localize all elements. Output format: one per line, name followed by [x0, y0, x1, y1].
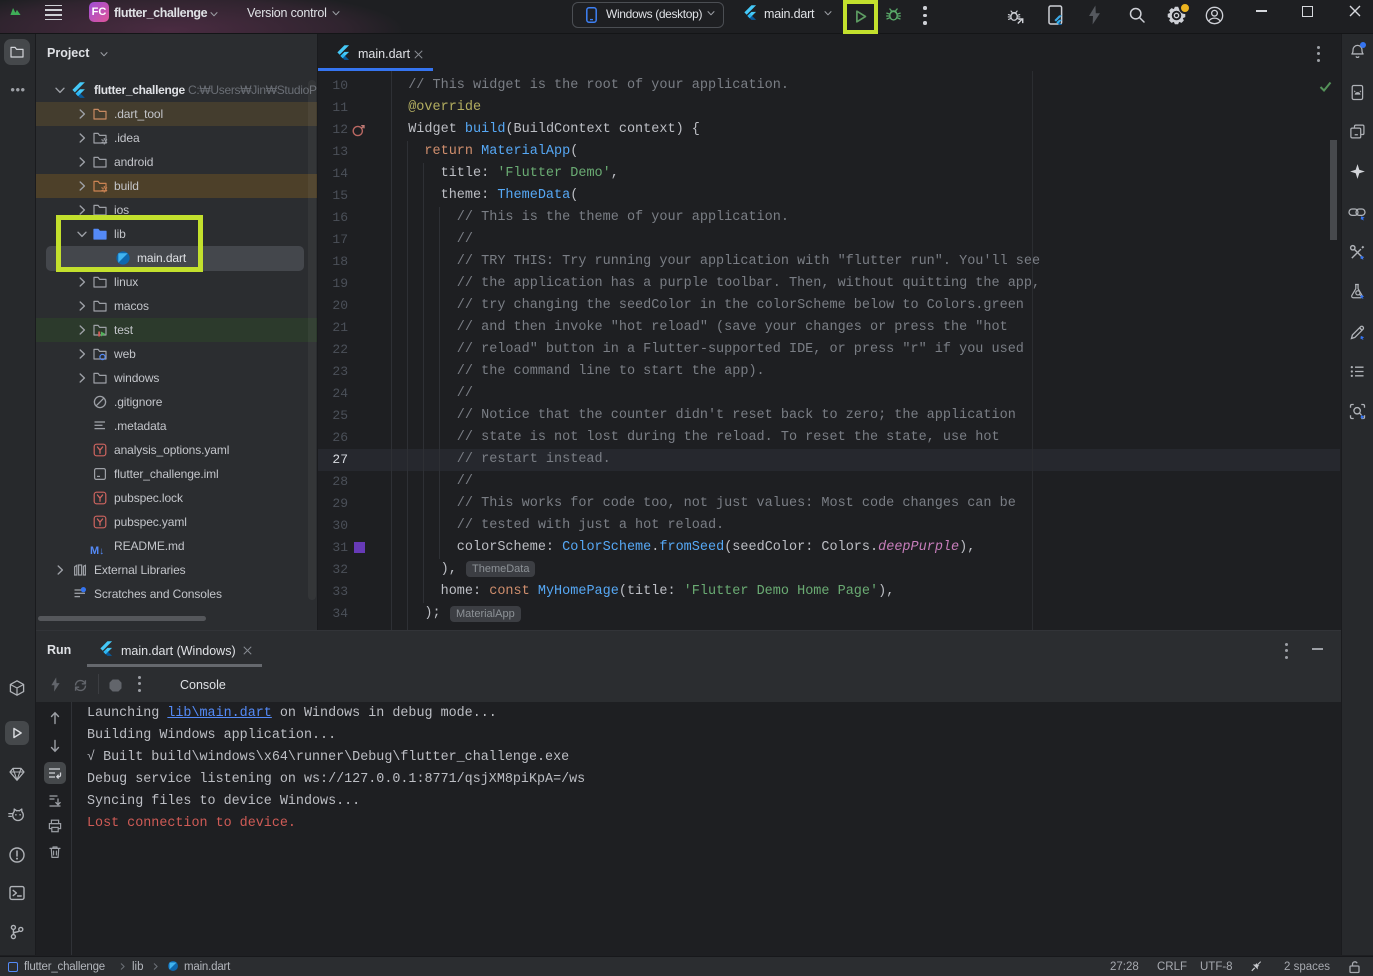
svg-text:✲: ✲ — [101, 185, 108, 195]
svg-text:✲: ✲ — [101, 137, 108, 147]
